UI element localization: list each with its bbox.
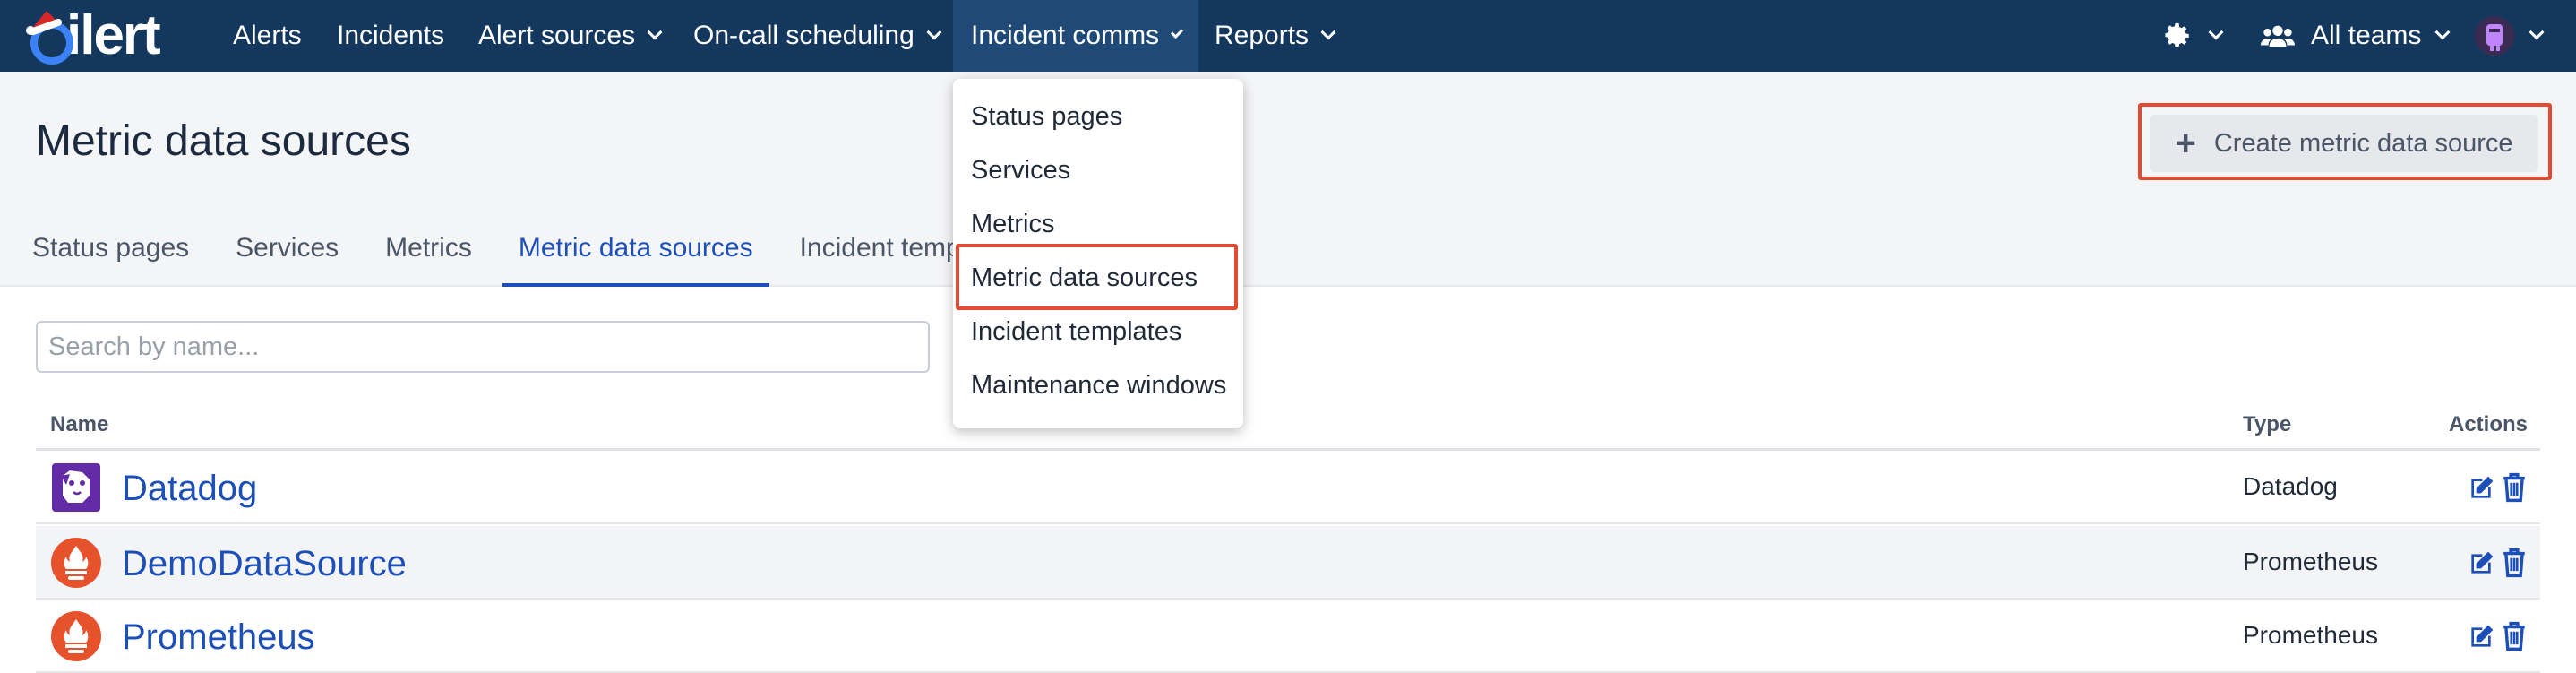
column-header-name[interactable]: Name — [50, 412, 108, 437]
nav-incident-comms-label: Incident comms — [971, 21, 1160, 50]
teams-menu[interactable]: All teams — [2261, 0, 2451, 72]
incident-comms-dropdown: Status pages Services Metrics Metric dat… — [953, 79, 1243, 428]
trash-icon[interactable] — [2501, 621, 2528, 651]
plus-icon: + — [2175, 124, 2196, 163]
chevron-down-icon — [926, 24, 942, 40]
column-header-actions: Actions — [2449, 412, 2529, 436]
chevron-down-icon — [1320, 24, 1336, 40]
nav-alert-sources-label: Alert sources — [478, 21, 636, 50]
search-input[interactable] — [36, 321, 930, 373]
tab-status-pages[interactable]: Status pages — [16, 233, 205, 287]
nav-alerts-label: Alerts — [233, 21, 302, 50]
teams-label: All teams — [2311, 21, 2422, 50]
row-name-link[interactable]: Datadog — [122, 469, 257, 509]
settings-chevron — [2193, 0, 2224, 72]
tab-metric-data-sources[interactable]: Metric data sources — [502, 233, 769, 287]
nav-incidents[interactable]: Incidents — [319, 0, 462, 72]
chevron-down-icon — [647, 24, 663, 40]
nav-alerts[interactable]: Alerts — [215, 0, 320, 72]
edit-icon[interactable] — [2467, 549, 2495, 578]
row-type: Prometheus — [2243, 621, 2378, 649]
menu-item-metric-data-sources[interactable]: Metric data sources — [971, 263, 1198, 293]
nav-incident-comms[interactable]: Incident comms — [953, 0, 1198, 72]
page-header: Metric data sources + Create metric data… — [0, 72, 2576, 287]
prometheus-icon — [51, 538, 101, 588]
settings-menu[interactable] — [2162, 0, 2224, 72]
gear-icon — [2165, 22, 2189, 47]
chevron-down-icon — [2434, 24, 2451, 40]
users-icon — [2261, 25, 2295, 47]
nav-incidents-label: Incidents — [337, 21, 445, 50]
logo-mark-icon — [26, 11, 73, 65]
chevron-down-icon — [2529, 24, 2545, 40]
page-title: Metric data sources — [36, 117, 411, 165]
row-name-link[interactable]: Prometheus — [122, 617, 315, 658]
tab-services[interactable]: Services — [219, 233, 355, 287]
chevron-down-icon — [1170, 25, 1184, 39]
nav-on-call-label: On-call scheduling — [693, 21, 914, 50]
menu-item-metrics[interactable]: Metrics — [971, 210, 1054, 239]
datadog-icon — [52, 463, 100, 512]
tab-bar: Status pages Services Metrics Metric dat… — [16, 233, 997, 287]
edit-icon[interactable] — [2467, 474, 2495, 503]
prometheus-icon — [51, 611, 101, 661]
nav-reports[interactable]: Reports — [1197, 0, 1352, 72]
table-row: Datadog Datadog — [36, 451, 2540, 524]
menu-item-maintenance-windows[interactable]: Maintenance windows — [971, 371, 1226, 401]
tab-metrics[interactable]: Metrics — [369, 233, 488, 287]
column-header-type[interactable]: Type — [2243, 412, 2291, 437]
trash-icon[interactable] — [2501, 472, 2528, 503]
user-menu[interactable] — [2474, 0, 2545, 72]
table-row: Prometheus Prometheus — [36, 600, 2540, 673]
trash-icon[interactable] — [2501, 548, 2528, 578]
nav-reports-label: Reports — [1215, 21, 1309, 50]
create-metric-data-source-button[interactable]: + Create metric data source — [2150, 115, 2538, 172]
ilert-logo[interactable]: ilert — [13, 4, 201, 68]
edit-icon[interactable] — [2467, 623, 2495, 651]
avatar — [2475, 16, 2514, 56]
nav-on-call-scheduling[interactable]: On-call scheduling — [675, 0, 957, 72]
row-type: Datadog — [2243, 472, 2338, 500]
nav-alert-sources[interactable]: Alert sources — [460, 0, 678, 72]
menu-item-services[interactable]: Services — [971, 156, 1070, 186]
create-button-label: Create metric data source — [2213, 128, 2513, 158]
top-navbar: ilert Alerts Incidents Alert sources On-… — [0, 0, 2576, 72]
table-row: DemoDataSource Prometheus — [36, 526, 2540, 600]
menu-item-status-pages[interactable]: Status pages — [971, 102, 1122, 132]
chevron-down-icon — [2208, 24, 2224, 40]
row-name-link[interactable]: DemoDataSource — [122, 544, 407, 584]
row-type: Prometheus — [2243, 548, 2378, 575]
menu-item-incident-templates[interactable]: Incident templates — [971, 317, 1181, 347]
